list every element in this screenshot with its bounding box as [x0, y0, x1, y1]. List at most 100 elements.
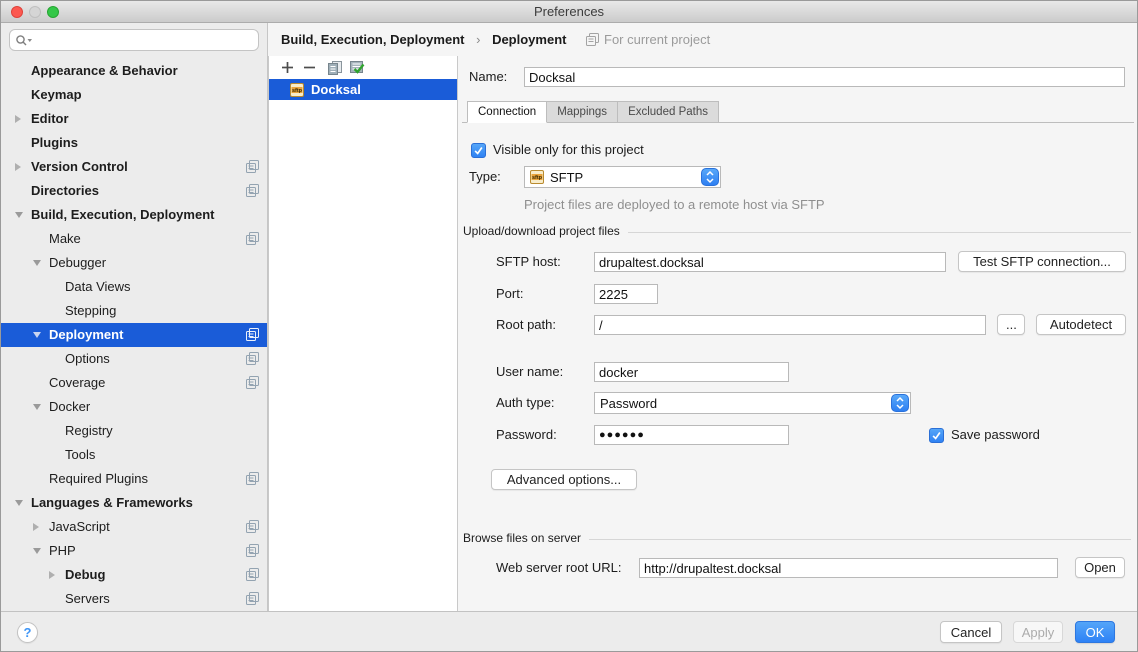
expand-arrow-icon[interactable] — [15, 115, 21, 123]
sidebar-item-label: Stepping — [1, 299, 116, 323]
preferences-window: Preferences Appearance & BehaviorKeymapE… — [0, 0, 1138, 652]
sidebar-item-stepping[interactable]: Stepping — [1, 299, 267, 323]
sidebar-item-debugger[interactable]: Debugger — [1, 251, 267, 275]
sidebar-item-label: Keymap — [1, 83, 82, 107]
sidebar-item-tools[interactable]: Tools — [1, 443, 267, 467]
browse-root-path-button[interactable]: ... — [997, 314, 1025, 335]
collapse-arrow-icon[interactable] — [33, 404, 41, 410]
scope-label: For current project — [604, 32, 710, 47]
browse-section-title: Browse files on server — [463, 531, 581, 545]
sidebar-item-build-execution-deployment[interactable]: Build, Execution, Deployment — [1, 203, 267, 227]
sidebar-item-label: Registry — [1, 419, 113, 443]
collapse-arrow-icon[interactable] — [15, 212, 23, 218]
auth-type-value: Password — [600, 396, 891, 411]
sidebar-item-directories[interactable]: Directories — [1, 179, 267, 203]
sidebar-item-appearance-behavior[interactable]: Appearance & Behavior — [1, 59, 267, 83]
sidebar-item-docker[interactable]: Docker — [1, 395, 267, 419]
dropdown-stepper-icon[interactable] — [891, 394, 909, 412]
visible-project-checkbox[interactable]: Visible only for this project — [471, 142, 644, 160]
sidebar-item-keymap[interactable]: Keymap — [1, 83, 267, 107]
checkbox-checked-icon — [471, 143, 486, 158]
cancel-button[interactable]: Cancel — [940, 621, 1002, 643]
sidebar-item-javascript[interactable]: JavaScript — [1, 515, 267, 539]
duplicate-server-button[interactable] — [324, 59, 346, 77]
collapse-arrow-icon[interactable] — [33, 260, 41, 266]
server-list-panel: sftp Docksal — [268, 56, 458, 611]
browse-section-header: Browse files on server — [463, 530, 1131, 546]
remove-server-button[interactable] — [298, 59, 320, 77]
project-copy-icon — [246, 352, 259, 365]
project-copy-icon — [246, 328, 259, 341]
sidebar-item-data-views[interactable]: Data Views — [1, 275, 267, 299]
expand-arrow-icon[interactable] — [49, 571, 55, 579]
sidebar-item-plugins[interactable]: Plugins — [1, 131, 267, 155]
use-as-default-button[interactable] — [346, 59, 368, 77]
tab-connection[interactable]: Connection — [467, 101, 547, 123]
root-path-label: Root path: — [496, 314, 556, 336]
save-password-checkbox[interactable]: Save password — [929, 427, 1040, 445]
web-root-input[interactable] — [639, 558, 1058, 578]
type-select[interactable]: sftp SFTP — [524, 166, 721, 188]
tab-excluded-paths[interactable]: Excluded Paths — [617, 101, 719, 123]
user-name-label: User name: — [496, 361, 563, 383]
type-value: SFTP — [550, 170, 701, 185]
test-sftp-connection-button[interactable]: Test SFTP connection... — [958, 251, 1126, 272]
sidebar-item-servers[interactable]: Servers — [1, 587, 267, 611]
server-list-toolbar — [269, 56, 457, 79]
sidebar-item-version-control[interactable]: Version Control — [1, 155, 267, 179]
search-filter-caret-icon — [28, 39, 33, 42]
sidebar-item-options[interactable]: Options — [1, 347, 267, 371]
sidebar-item-label: Build, Execution, Deployment — [1, 203, 214, 227]
user-name-input[interactable] — [594, 362, 789, 382]
scope-indicator[interactable]: For current project — [586, 23, 710, 56]
server-list-item[interactable]: sftp Docksal — [269, 79, 457, 100]
sidebar-item-coverage[interactable]: Coverage — [1, 371, 267, 395]
visible-project-row: Visible only for this project — [458, 139, 1131, 161]
sidebar-item-php[interactable]: PHP — [1, 539, 267, 563]
sftp-host-label: SFTP host: — [496, 251, 561, 273]
ok-button[interactable]: OK — [1075, 621, 1115, 643]
port-input[interactable] — [594, 284, 658, 304]
expand-arrow-icon[interactable] — [15, 163, 21, 171]
breadcrumb-item-current[interactable]: Deployment — [492, 32, 566, 47]
settings-search-box[interactable] — [9, 29, 259, 51]
name-row: Name: — [458, 66, 1131, 88]
deployment-form: Name: Connection Mappings Excluded Paths… — [458, 56, 1138, 611]
search-input[interactable] — [40, 31, 254, 51]
sidebar-item-debug[interactable]: Debug — [1, 563, 267, 587]
apply-button[interactable]: Apply — [1013, 621, 1063, 643]
collapse-arrow-icon[interactable] — [33, 332, 41, 338]
dropdown-stepper-icon[interactable] — [701, 168, 719, 186]
sidebar-item-required-plugins[interactable]: Required Plugins — [1, 467, 267, 491]
dialog-footer: ? Cancel Apply OK — [1, 611, 1137, 652]
sidebar-item-label: Data Views — [1, 275, 131, 299]
password-input[interactable] — [594, 425, 789, 445]
auth-type-select[interactable]: Password — [594, 392, 911, 414]
sidebar-item-languages-frameworks[interactable]: Languages & Frameworks — [1, 491, 267, 515]
add-server-button[interactable] — [276, 59, 298, 77]
project-copy-icon — [586, 33, 599, 46]
tab-mappings[interactable]: Mappings — [546, 101, 618, 123]
sidebar-item-registry[interactable]: Registry — [1, 419, 267, 443]
sidebar-item-label: Directories — [1, 179, 99, 203]
sidebar-item-label: Editor — [1, 107, 69, 131]
sftp-host-row: SFTP host: Test SFTP connection... — [458, 251, 1131, 273]
type-hint: Project files are deployed to a remote h… — [524, 197, 825, 212]
collapse-arrow-icon[interactable] — [15, 500, 23, 506]
name-input[interactable] — [524, 67, 1125, 87]
sftp-host-input[interactable] — [594, 252, 946, 272]
advanced-options-button[interactable]: Advanced options... — [491, 469, 637, 490]
autodetect-button[interactable]: Autodetect — [1036, 314, 1126, 335]
expand-arrow-icon[interactable] — [33, 523, 39, 531]
open-button[interactable]: Open — [1075, 557, 1125, 578]
save-password-label: Save password — [951, 427, 1040, 442]
help-button[interactable]: ? — [17, 622, 38, 643]
sidebar-item-deployment[interactable]: Deployment — [1, 323, 267, 347]
root-path-input[interactable] — [594, 315, 986, 335]
collapse-arrow-icon[interactable] — [33, 548, 41, 554]
breadcrumb-item-parent[interactable]: Build, Execution, Deployment — [281, 32, 464, 47]
sidebar-item-editor[interactable]: Editor — [1, 107, 267, 131]
sidebar-item-make[interactable]: Make — [1, 227, 267, 251]
tab-bar: Connection Mappings Excluded Paths — [467, 101, 719, 123]
sidebar-item-label: Required Plugins — [1, 467, 148, 491]
